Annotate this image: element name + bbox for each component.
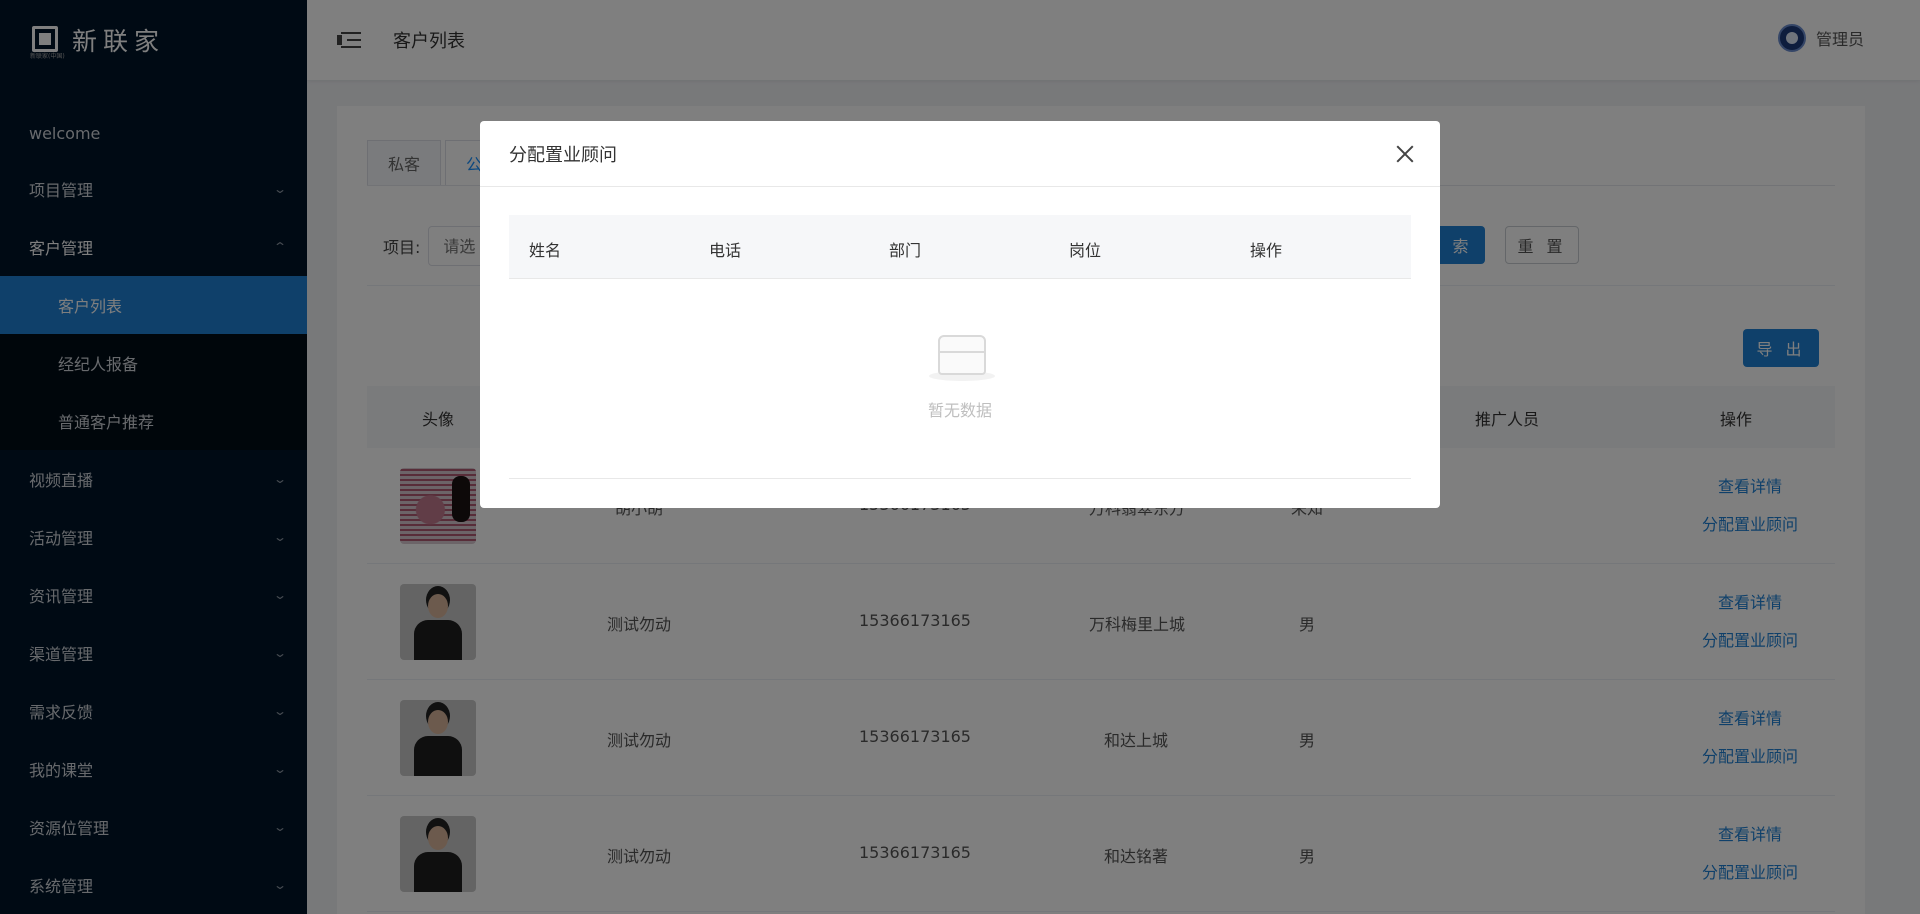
dialog-title: 分配置业顾问 <box>480 121 1440 187</box>
consultant-table: 姓名 电话 部门 岗位 操作 暂无数据 <box>509 215 1411 479</box>
empty-inbox-icon <box>929 335 995 381</box>
assign-consultant-dialog: 分配置业顾问 姓名 电话 部门 岗位 操作 暂无数据 <box>480 121 1440 508</box>
col-department: 部门 <box>889 241 922 260</box>
col-phone: 电话 <box>709 241 742 260</box>
col-position: 岗位 <box>1069 241 1102 260</box>
col-action: 操作 <box>1250 241 1283 260</box>
consultant-table-body: 暂无数据 <box>509 279 1411 479</box>
close-icon[interactable] <box>1394 143 1416 165</box>
col-name: 姓名 <box>529 241 562 260</box>
empty-text: 暂无数据 <box>927 401 992 420</box>
consultant-table-header: 姓名 电话 部门 岗位 操作 <box>509 215 1411 279</box>
